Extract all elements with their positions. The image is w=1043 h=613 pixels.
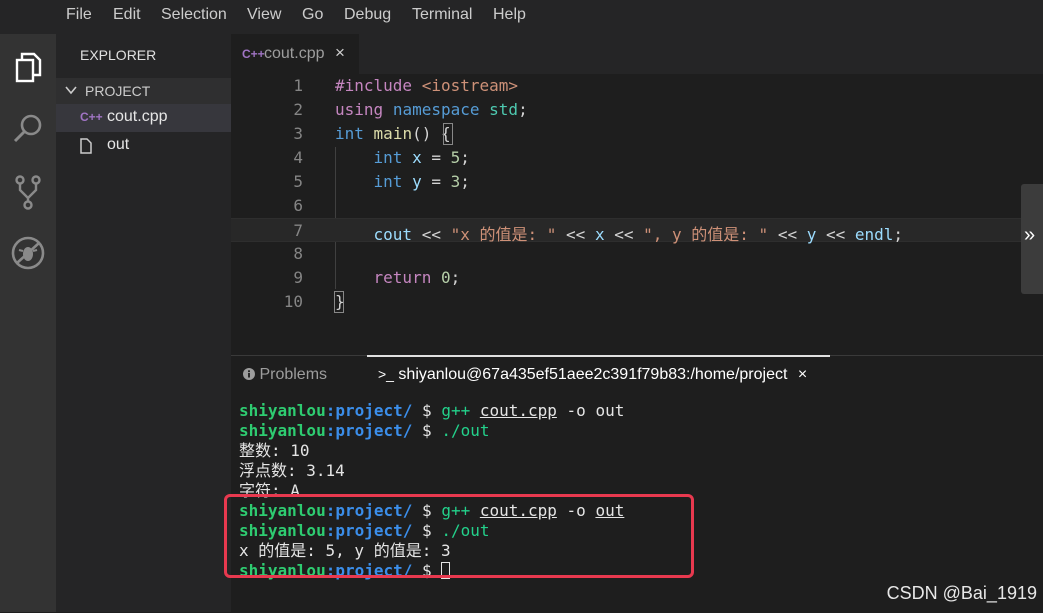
terminal-icon: >_ xyxy=(378,366,394,382)
chevron-down-icon xyxy=(64,83,78,102)
line-number: 5 xyxy=(293,172,303,191)
current-code-line: 7 cout << "x 的值是: " << x << ", y 的值是: " … xyxy=(231,218,1043,244)
code-editor[interactable]: 1 #include <iostream> 2 using namespace … xyxy=(231,74,1043,355)
file-name: cout.cpp xyxy=(107,108,168,125)
code-line: 6 xyxy=(231,194,1043,218)
code-line: 8 xyxy=(231,242,1043,266)
tab-problems-label: Problems xyxy=(259,366,328,383)
line-number: 7 xyxy=(293,221,303,240)
command-arg: cout.cpp xyxy=(479,401,557,420)
line-number: 10 xyxy=(283,292,303,311)
code-text: int main() { xyxy=(335,124,451,143)
command: ./out xyxy=(441,421,490,440)
project-section-label: PROJECT xyxy=(85,83,151,99)
code-text: return 0; xyxy=(373,268,461,287)
line-number: 3 xyxy=(293,124,303,143)
command-arg: out xyxy=(595,401,625,420)
file-name: out xyxy=(107,136,130,153)
prompt-user: shiyanlou xyxy=(239,401,326,420)
output-line: 整数: 10 xyxy=(239,441,310,460)
prompt-symbol: $ xyxy=(412,401,442,420)
code-line: 1 #include <iostream> xyxy=(231,74,1043,98)
double-chevron-right-icon: » xyxy=(1024,224,1036,246)
tab-cout-cpp[interactable]: C++ cout.cpp × xyxy=(231,34,359,74)
prompt-path: :project/ xyxy=(325,401,413,420)
code-text: int y = 3; xyxy=(373,172,470,191)
line-number: 9 xyxy=(293,268,303,287)
bracket-match-highlight xyxy=(443,123,453,145)
files-icon[interactable] xyxy=(8,48,48,88)
line-number: 2 xyxy=(293,100,303,119)
project-section-header[interactable]: PROJECT xyxy=(56,78,231,104)
info-icon xyxy=(243,366,259,383)
prompt-path: :project/ xyxy=(325,421,413,440)
tab-terminal-label: shiyanlou@67a435ef51aee2c391f79b83:/home… xyxy=(398,366,788,383)
bracket-match-highlight xyxy=(334,291,344,313)
search-icon[interactable] xyxy=(8,108,48,148)
line-number: 6 xyxy=(293,196,303,215)
menu-selection[interactable]: Selection xyxy=(161,6,227,24)
prompt-user: shiyanlou xyxy=(239,421,326,440)
code-line: 9 return 0; xyxy=(231,266,1043,290)
menu-go[interactable]: Go xyxy=(302,6,323,24)
source-control-icon[interactable] xyxy=(8,172,48,212)
tab-problems[interactable]: Problems xyxy=(243,366,327,384)
menu-file[interactable]: File xyxy=(66,6,92,24)
prompt-symbol: $ xyxy=(412,421,442,440)
cpp-file-icon: C++ xyxy=(242,47,265,61)
tab-label: cout.cpp xyxy=(264,45,325,62)
code-line: 5 int y = 3; xyxy=(231,170,1043,194)
tab-terminal[interactable]: >_ shiyanlou@67a435ef51aee2c391f79b83:/h… xyxy=(378,366,807,384)
code-text: int x = 5; xyxy=(373,148,470,167)
editor-tab-bar: C++ cout.cpp × xyxy=(231,34,1043,74)
menu-help[interactable]: Help xyxy=(493,6,526,24)
command: g++ xyxy=(441,401,480,420)
file-item-out[interactable]: out xyxy=(56,132,231,160)
expand-panel-button[interactable]: » xyxy=(1021,184,1043,294)
explorer-sidebar: EXPLORER PROJECT C++ cout.cpp out xyxy=(56,34,231,612)
output-line: 浮点数: 3.14 xyxy=(239,461,345,480)
code-text: #include <iostream> xyxy=(335,76,519,95)
line-number: 1 xyxy=(293,76,303,95)
command-arg: -o xyxy=(556,401,596,420)
close-icon[interactable]: × xyxy=(798,366,807,383)
code-line: 2 using namespace std; xyxy=(231,98,1043,122)
menu-bar: File Edit Selection View Go Debug Termin… xyxy=(0,0,1043,34)
menu-edit[interactable]: Edit xyxy=(113,6,141,24)
code-text: using namespace std; xyxy=(335,100,528,119)
explorer-title: EXPLORER xyxy=(80,47,157,63)
activity-bar xyxy=(0,34,56,612)
menu-terminal[interactable]: Terminal xyxy=(412,6,472,24)
file-item-cout-cpp[interactable]: C++ cout.cpp xyxy=(56,104,231,132)
debug-icon[interactable] xyxy=(8,233,48,273)
menu-debug[interactable]: Debug xyxy=(344,6,391,24)
active-tab-indicator xyxy=(367,355,830,357)
highlight-box xyxy=(224,494,694,578)
watermark: CSDN @Bai_1919 xyxy=(886,583,1037,603)
cpp-file-icon: C++ xyxy=(80,110,103,124)
code-line: 4 int x = 5; xyxy=(231,146,1043,170)
code-line: 10 } xyxy=(231,290,1043,314)
menu-view[interactable]: View xyxy=(247,6,281,24)
line-number: 8 xyxy=(293,244,303,263)
line-number: 4 xyxy=(293,148,303,167)
file-icon xyxy=(80,138,92,157)
code-line: 3 int main() { xyxy=(231,122,1043,146)
close-icon[interactable]: × xyxy=(335,43,345,63)
